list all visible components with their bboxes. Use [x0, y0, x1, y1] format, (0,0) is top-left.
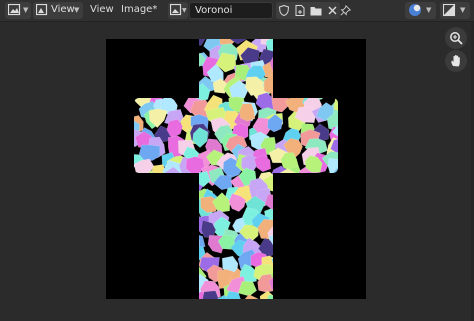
folder-icon	[310, 6, 322, 15]
close-icon	[328, 6, 336, 15]
chevron-down-icon: ▼	[460, 6, 466, 14]
new-image-icon	[295, 5, 305, 16]
open-image-button[interactable]	[308, 2, 324, 19]
zoom-icon	[450, 32, 463, 45]
chevron-down-icon: ▼	[23, 6, 29, 14]
pin-button[interactable]	[337, 2, 353, 19]
display-channels-dropdown[interactable]: ▼	[440, 2, 470, 19]
fake-user-button[interactable]	[276, 2, 292, 19]
overlay-icon	[409, 4, 421, 16]
pin-icon	[339, 5, 351, 16]
chevron-down-icon: ▼	[74, 6, 80, 14]
zoom-gizmo[interactable]	[445, 27, 467, 49]
menu-image[interactable]: Image*	[121, 4, 157, 15]
image-browse-button[interactable]: ▼	[168, 2, 188, 19]
shield-icon	[279, 5, 289, 16]
image-browse-icon	[170, 4, 182, 16]
editor-type-dropdown[interactable]: ▼	[5, 2, 31, 19]
image-canvas[interactable]	[106, 39, 366, 299]
image-editor-header: ▼ View ▼ View Image* ▼ Voronoi ▼ ▼	[0, 0, 474, 22]
view-mode-icon	[36, 4, 48, 16]
image-name-field[interactable]	[189, 2, 273, 19]
chevron-down-icon: ▼	[426, 6, 432, 14]
voronoi-cross-image	[106, 39, 366, 299]
new-image-button[interactable]	[292, 2, 308, 19]
chevron-down-icon: ▼	[182, 7, 187, 14]
display-channels-icon	[443, 4, 456, 17]
view-mode-label: View	[51, 4, 75, 15]
menu-view[interactable]: View	[90, 4, 114, 15]
image-editor-icon	[8, 4, 21, 16]
view-mode-dropdown[interactable]: View ▼	[33, 2, 83, 19]
overlay-dropdown[interactable]: ▼	[405, 2, 436, 19]
image-name-input[interactable]	[195, 4, 271, 17]
hand-icon	[451, 54, 460, 67]
pan-gizmo[interactable]	[445, 50, 467, 72]
